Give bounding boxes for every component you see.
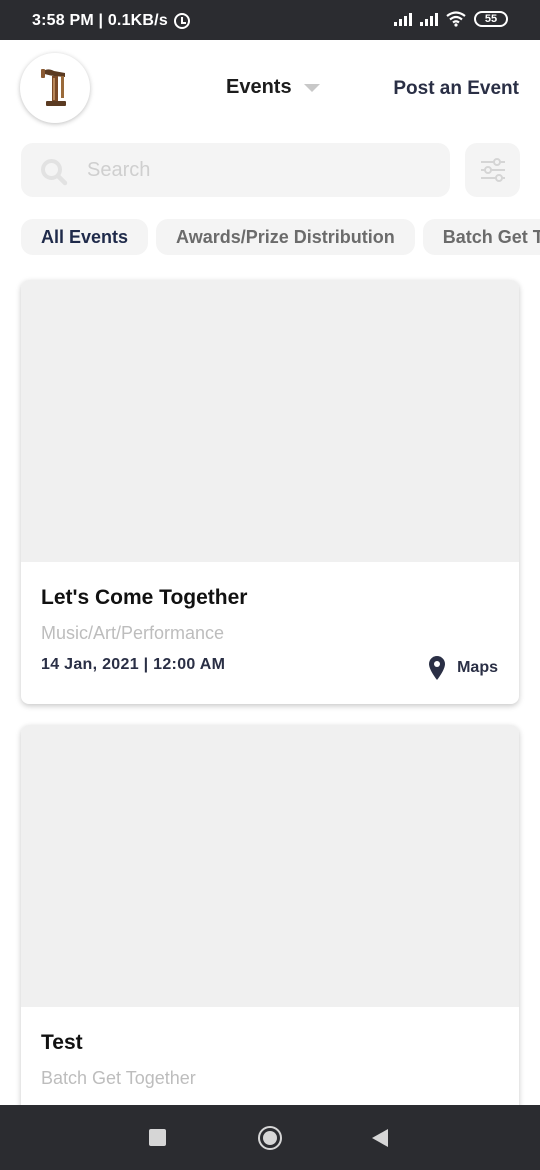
location-pin-icon	[429, 656, 446, 680]
event-title: Test	[41, 1031, 83, 1054]
chip-all-events[interactable]: All Events	[21, 219, 149, 255]
event-category: Batch Get Together	[41, 1068, 196, 1088]
category-chips: All Events Awards/Prize Distribution Bat…	[21, 219, 540, 255]
status-right: 55	[394, 11, 508, 27]
event-image-placeholder	[21, 725, 519, 1007]
search-bar	[21, 143, 450, 197]
hammer-stand-logo-icon	[41, 69, 66, 106]
maps-button[interactable]: Maps	[429, 656, 498, 680]
home-circle-icon[interactable]	[258, 1126, 282, 1150]
filter-button[interactable]	[465, 143, 520, 197]
event-category: Music/Art/Performance	[41, 623, 225, 643]
signal-icon	[394, 12, 412, 26]
event-card[interactable]: Test Batch Get Together	[21, 725, 519, 1145]
status-time-speed: 3:58 PM | 0.1KB/s	[32, 12, 168, 29]
post-event-link[interactable]: Post an Event	[393, 78, 519, 100]
app-logo[interactable]	[20, 53, 90, 123]
wifi-icon	[446, 11, 466, 27]
event-title: Let's Come Together	[41, 586, 248, 609]
status-left: 3:58 PM | 0.1KB/s	[32, 12, 190, 30]
maps-label: Maps	[457, 659, 498, 676]
event-datetime: 14 Jan, 2021 | 12:00 AM	[41, 656, 226, 673]
back-triangle-icon[interactable]	[372, 1129, 388, 1147]
app-header: Events Post an Event	[0, 40, 540, 140]
status-bar: 3:58 PM | 0.1KB/s 55	[0, 0, 540, 40]
system-nav-bar	[0, 1105, 540, 1170]
caret-down-icon	[303, 83, 320, 92]
chip-batch-get-together[interactable]: Batch Get Together	[422, 219, 540, 255]
alarm-icon	[173, 13, 190, 29]
page-title: Events	[226, 76, 292, 98]
search-input[interactable]	[87, 143, 437, 197]
battery-icon: 55	[474, 11, 508, 27]
signal-icon-2	[420, 12, 438, 26]
event-image-placeholder	[21, 280, 519, 562]
recents-square-icon[interactable]	[149, 1129, 166, 1146]
chip-awards-prize-distribution[interactable]: Awards/Prize Distribution	[156, 219, 415, 255]
search-icon	[41, 159, 68, 186]
events-dropdown[interactable]: Events	[226, 76, 320, 99]
event-card[interactable]: Let's Come Together Music/Art/Performanc…	[21, 280, 519, 704]
filter-sliders-icon	[480, 158, 505, 182]
